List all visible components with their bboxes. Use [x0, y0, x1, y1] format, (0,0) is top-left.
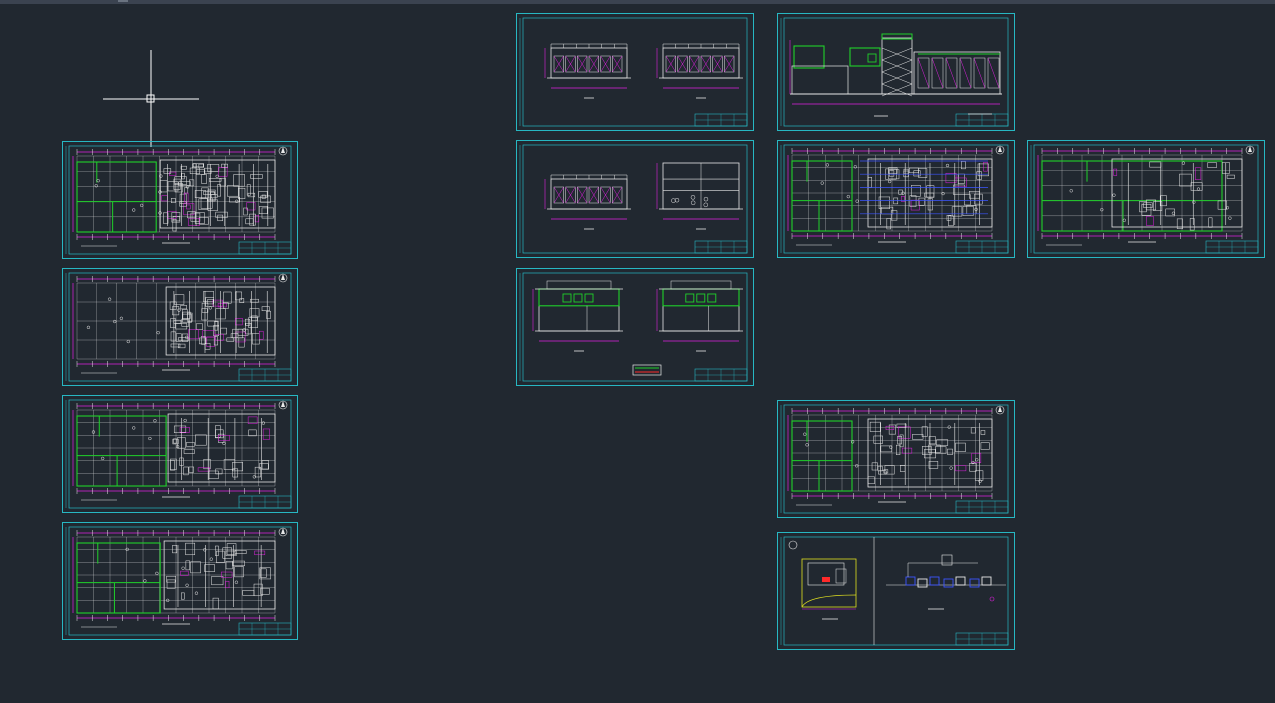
drawing-sheet-plan-5[interactable]: [777, 140, 1015, 258]
drawing-content: [1030, 144, 1259, 254]
drawing-sheet-plan-3[interactable]: [62, 395, 298, 513]
drawing-content: [65, 145, 292, 255]
drawing-sheet-site-detail[interactable]: [777, 532, 1015, 650]
cad-model-space[interactable]: [0, 0, 1275, 703]
drawing-sheet-plan-7[interactable]: [777, 400, 1015, 518]
drawing-content: [519, 272, 748, 382]
drawing-content: [780, 404, 1009, 514]
drawing-content: [65, 272, 292, 382]
toolbar-handle[interactable]: [118, 0, 128, 2]
drawing-sheet-plan-4[interactable]: [62, 522, 298, 640]
drawing-sheet-plan-1[interactable]: [62, 141, 298, 259]
drawing-content: [780, 144, 1009, 254]
crosshair-cursor-icon: [103, 50, 199, 147]
drawing-sheet-elev-1[interactable]: [516, 13, 754, 131]
top-toolbar-strip: [0, 0, 1275, 4]
drawing-content: [780, 536, 1009, 646]
drawing-content: [65, 526, 292, 636]
drawing-sheet-elev-wide[interactable]: [777, 13, 1015, 131]
drawing-content: [780, 17, 1009, 127]
drawing-sheet-plan-2[interactable]: [62, 268, 298, 386]
drawing-content: [519, 17, 748, 127]
drawing-content: [519, 144, 748, 254]
drawing-content: [65, 399, 292, 509]
drawing-sheet-elev-2[interactable]: [516, 140, 754, 258]
drawing-sheet-elev-3[interactable]: [516, 268, 754, 386]
drawing-sheet-plan-6[interactable]: [1027, 140, 1265, 258]
